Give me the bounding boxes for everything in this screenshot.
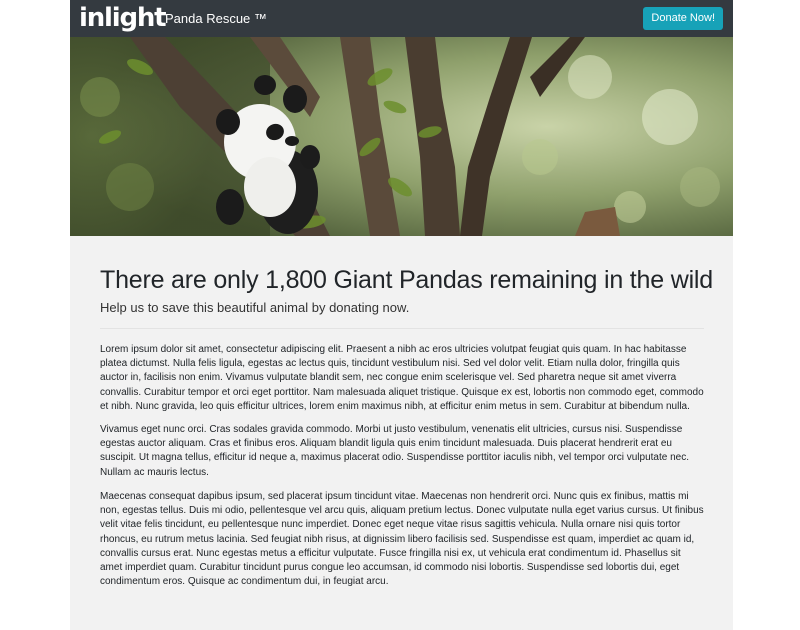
page-subtitle: Help us to save this beautiful animal by… xyxy=(100,300,410,315)
divider xyxy=(100,328,704,329)
body-paragraph-1: Lorem ipsum dolor sit amet, consectetur … xyxy=(100,344,704,412)
brand-name[interactable]: Panda Rescue ™ xyxy=(165,0,267,37)
panda-in-tree-image xyxy=(70,37,733,236)
navbar: inlight Panda Rescue ™ Donate Now! xyxy=(70,0,733,37)
logo[interactable]: inlight xyxy=(79,0,167,37)
main-content: There are only 1,800 Giant Pandas remain… xyxy=(70,236,733,630)
body-paragraph-3: Maecenas consequat dapibus ipsum, sed pl… xyxy=(100,491,704,588)
donate-now-button[interactable]: Donate Now! xyxy=(643,7,723,30)
body-paragraph-2: Vivamus eget nunc orci. Cras sodales gra… xyxy=(100,424,689,478)
page-title: There are only 1,800 Giant Pandas remain… xyxy=(100,266,713,294)
page: inlight Panda Rescue ™ Donate Now! There… xyxy=(70,0,733,630)
hero-image xyxy=(70,37,733,236)
